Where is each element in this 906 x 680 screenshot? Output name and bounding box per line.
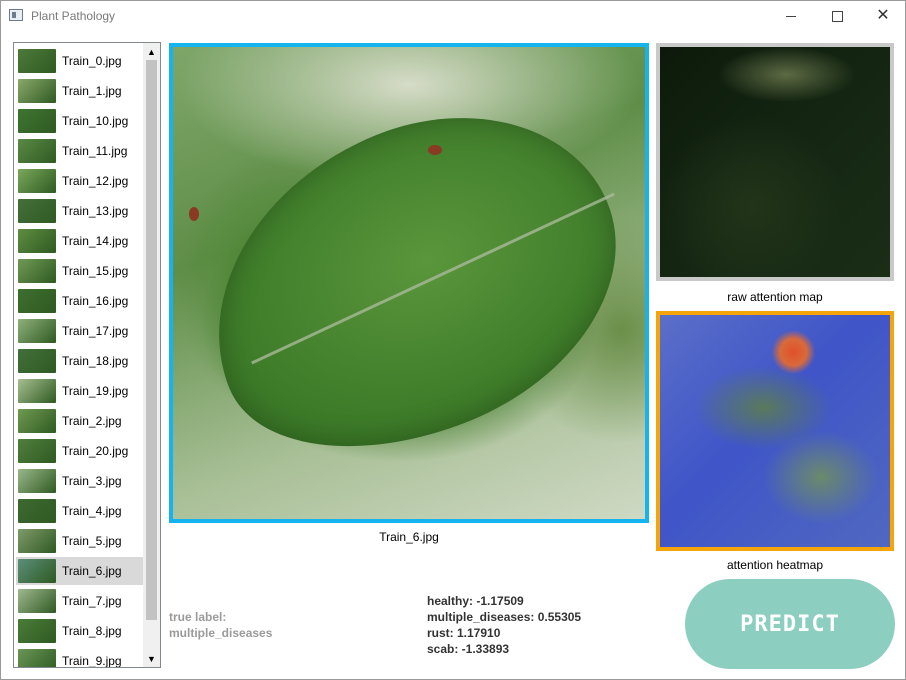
window-title: Plant Pathology	[31, 9, 116, 23]
file-thumbnail	[18, 49, 56, 73]
file-list-item[interactable]: Train_9.jpg	[16, 647, 143, 668]
file-list-item[interactable]: Train_0.jpg	[16, 47, 143, 75]
close-icon: ✕	[876, 7, 890, 24]
score-rust: rust: 1.17910	[427, 626, 501, 640]
app-window: Plant Pathology ✕ Train_0.jpg Train_1.jpg…	[0, 0, 906, 680]
scroll-up-arrow-icon[interactable]: ▲	[143, 43, 160, 60]
file-thumbnail	[18, 619, 56, 643]
file-name: Train_5.jpg	[62, 534, 122, 548]
file-thumbnail	[18, 589, 56, 613]
file-name: Train_18.jpg	[62, 354, 129, 368]
file-list-item[interactable]: Train_5.jpg	[16, 527, 143, 555]
raw-attention-frame	[656, 43, 894, 281]
file-list-item[interactable]: Train_20.jpg	[16, 437, 143, 465]
file-list-item[interactable]: Train_6.jpg	[16, 557, 143, 585]
file-name: Train_6.jpg	[62, 564, 122, 578]
file-list-item[interactable]: Train_1.jpg	[16, 77, 143, 105]
file-thumbnail	[18, 319, 56, 343]
true-label-value: multiple_diseases	[169, 626, 273, 640]
score-healthy: healthy: -1.17509	[427, 594, 524, 608]
leaf-image	[173, 47, 645, 519]
file-thumbnail	[18, 439, 56, 463]
file-thumbnail	[18, 649, 56, 667]
file-list-item[interactable]: Train_19.jpg	[16, 377, 143, 405]
file-thumbnail	[18, 289, 56, 313]
file-list-item[interactable]: Train_4.jpg	[16, 497, 143, 525]
file-list-item[interactable]: Train_12.jpg	[16, 167, 143, 195]
file-name: Train_9.jpg	[62, 654, 122, 668]
scrollbar-thumb[interactable]	[146, 60, 157, 620]
file-thumbnail	[18, 169, 56, 193]
file-name: Train_12.jpg	[62, 174, 129, 188]
minimize-icon	[786, 15, 796, 17]
attention-heatmap-caption: attention heatmap	[726, 558, 824, 572]
score-multiple-diseases: multiple_diseases: 0.55305	[427, 610, 582, 624]
true-label-heading: true label:	[169, 610, 227, 624]
attention-heatmap-image	[660, 315, 890, 547]
file-list-item[interactable]: Train_2.jpg	[16, 407, 143, 435]
app-icon	[9, 9, 23, 21]
file-name: Train_8.jpg	[62, 624, 122, 638]
leaf-shape	[173, 64, 645, 500]
main-image-frame	[169, 43, 649, 523]
file-name: Train_14.jpg	[62, 234, 129, 248]
vertical-scrollbar[interactable]: ▲ ▼	[143, 43, 160, 667]
file-name: Train_2.jpg	[62, 414, 122, 428]
file-thumbnail	[18, 349, 56, 373]
rust-spot	[428, 145, 442, 155]
file-thumbnail	[18, 109, 56, 133]
raw-attention-image	[660, 47, 890, 277]
predict-button[interactable]: PREDICT	[685, 579, 895, 669]
maximize-icon	[831, 10, 843, 22]
file-list-item[interactable]: Train_14.jpg	[16, 227, 143, 255]
file-name: Train_20.jpg	[62, 444, 129, 458]
file-thumbnail	[18, 469, 56, 493]
file-name: Train_19.jpg	[62, 384, 129, 398]
score-scab: scab: -1.33893	[427, 642, 510, 656]
file-name: Train_15.jpg	[62, 264, 129, 278]
file-list-item[interactable]: Train_3.jpg	[16, 467, 143, 495]
main-image-caption: Train_6.jpg	[379, 530, 439, 544]
file-list-item[interactable]: Train_10.jpg	[16, 107, 143, 135]
file-list-item[interactable]: Train_18.jpg	[16, 347, 143, 375]
file-thumbnail	[18, 409, 56, 433]
minimize-button[interactable]	[768, 1, 814, 31]
maximize-button[interactable]	[814, 1, 860, 31]
file-list-item[interactable]: Train_17.jpg	[16, 317, 143, 345]
file-name: Train_11.jpg	[62, 144, 128, 158]
file-list-item[interactable]: Train_11.jpg	[16, 137, 143, 165]
close-button[interactable]: ✕	[860, 1, 906, 31]
file-thumbnail	[18, 499, 56, 523]
file-thumbnail	[18, 259, 56, 283]
file-name: Train_4.jpg	[62, 504, 122, 518]
scroll-down-arrow-icon[interactable]: ▼	[143, 650, 160, 667]
file-list-item[interactable]: Train_8.jpg	[16, 617, 143, 645]
file-list-item[interactable]: Train_16.jpg	[16, 287, 143, 315]
file-name: Train_3.jpg	[62, 474, 122, 488]
file-name: Train_7.jpg	[62, 594, 122, 608]
attention-heatmap-frame	[656, 311, 894, 551]
title-bar[interactable]: Plant Pathology ✕	[1, 1, 905, 31]
file-thumbnail	[18, 139, 56, 163]
file-thumbnail	[18, 229, 56, 253]
file-name: Train_13.jpg	[62, 204, 129, 218]
prediction-scores: healthy: -1.17509 multiple_diseases: 0.5…	[427, 593, 581, 657]
file-thumbnail	[18, 199, 56, 223]
file-thumbnail	[18, 529, 56, 553]
file-name: Train_16.jpg	[62, 294, 129, 308]
file-list-item[interactable]: Train_7.jpg	[16, 587, 143, 615]
file-thumbnail	[18, 79, 56, 103]
file-name: Train_1.jpg	[62, 84, 122, 98]
file-name: Train_17.jpg	[62, 324, 129, 338]
file-thumbnail	[18, 379, 56, 403]
file-name: Train_10.jpg	[62, 114, 129, 128]
file-list-item[interactable]: Train_15.jpg	[16, 257, 143, 285]
file-list[interactable]: Train_0.jpg Train_1.jpg Train_10.jpg Train_…	[13, 42, 161, 668]
true-label: true label: multiple_diseases	[169, 609, 272, 641]
file-name: Train_0.jpg	[62, 54, 122, 68]
file-thumbnail	[18, 559, 56, 583]
raw-attention-caption: raw attention map	[727, 290, 823, 304]
file-list-item[interactable]: Train_13.jpg	[16, 197, 143, 225]
rust-spot	[189, 207, 199, 221]
